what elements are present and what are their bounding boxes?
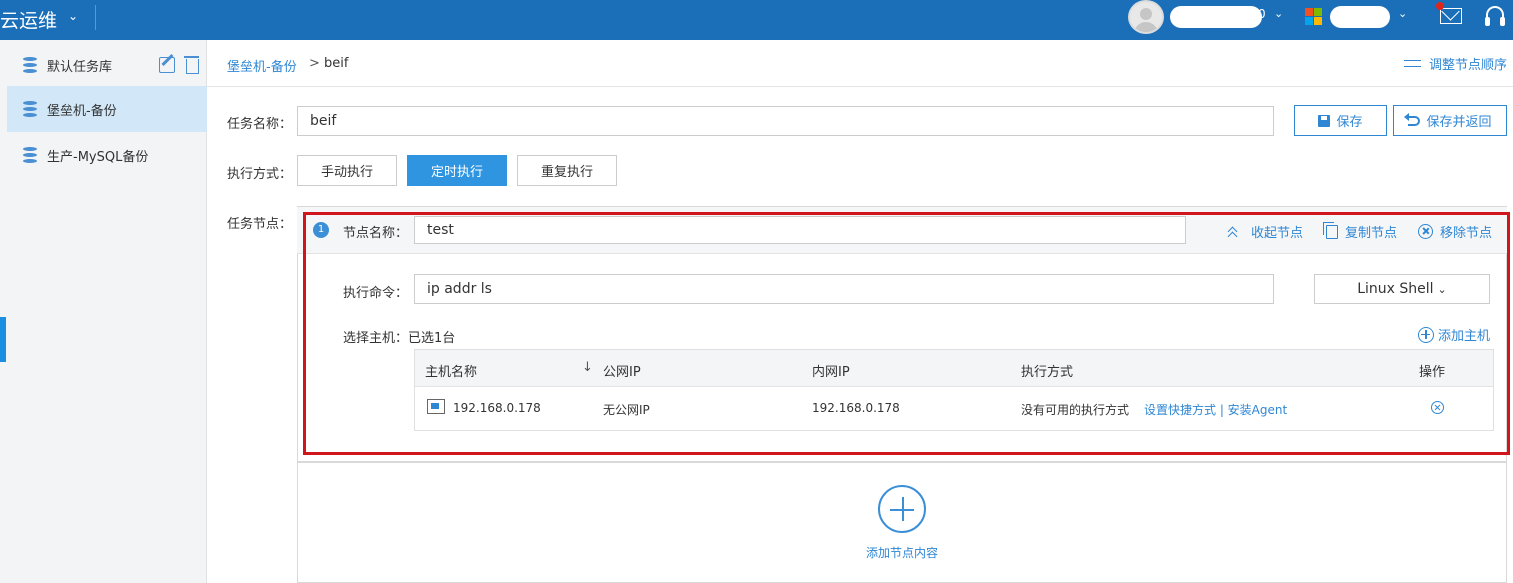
table-header: 主机名称 ↓ 公网IP 内网IP 执行方式 操作 xyxy=(415,350,1493,387)
top-bar: 云运维 ⌄ 0 ⌄ ⌄ xyxy=(0,0,1513,40)
save-return-label: 保存并返回 xyxy=(1426,115,1492,130)
username-suffix: 0 xyxy=(1258,7,1266,21)
chevron-up-icon xyxy=(1228,228,1236,236)
remove-node-button[interactable]: 移除节点 xyxy=(1418,222,1492,241)
swap-icon xyxy=(1403,58,1421,70)
reorder-label: 调整节点顺序 xyxy=(1428,58,1507,73)
windows-host-icon xyxy=(427,399,445,414)
host-table: 主机名称 ↓ 公网IP 内网IP 执行方式 操作 192.168.0.178 无… xyxy=(414,349,1494,431)
sidebar-item-default-library[interactable]: 默认任务库 xyxy=(7,42,207,88)
save-button[interactable]: 保存 xyxy=(1294,105,1387,136)
scheduled-exec-button[interactable]: 定时执行 xyxy=(407,155,507,186)
column-header-host[interactable]: 主机名称 xyxy=(425,361,477,380)
save-label: 保存 xyxy=(1336,115,1363,130)
task-name-label: 任务名称： xyxy=(227,117,293,132)
node-name-label: 节点名称： xyxy=(343,226,409,241)
close-icon xyxy=(1418,224,1433,239)
cell-exec-links[interactable]: 设置快捷方式 | 安装Agent xyxy=(1144,401,1287,418)
repeat-exec-button[interactable]: 重复执行 xyxy=(517,155,617,186)
save-icon xyxy=(1318,114,1331,127)
chevron-down-icon[interactable]: ⌄ xyxy=(68,9,78,23)
avatar[interactable] xyxy=(1128,0,1164,34)
username-redacted[interactable] xyxy=(1170,6,1262,28)
trash-icon[interactable] xyxy=(184,56,199,74)
sort-arrow-icon[interactable]: ↓ xyxy=(582,360,593,375)
cell-public-ip: 无公网IP xyxy=(603,403,650,417)
copy-node-button[interactable]: 复制节点 xyxy=(1323,221,1398,241)
column-header-actions: 操作 xyxy=(1419,365,1446,380)
sidebar-item-bastion-backup[interactable]: 堡垒机-备份 xyxy=(7,86,207,132)
manual-exec-button[interactable]: 手动执行 xyxy=(297,155,397,186)
breadcrumb: 堡垒机-备份 > beif 调整节点顺序 xyxy=(207,40,1513,87)
collapse-node-button[interactable]: 收起节点 xyxy=(1228,222,1303,241)
remove-host-icon[interactable] xyxy=(1431,401,1444,414)
headset-icon[interactable] xyxy=(1485,6,1505,26)
task-name-input[interactable]: beif xyxy=(297,106,1274,136)
cell-private-ip: 192.168.0.178 xyxy=(812,401,900,415)
brand-title[interactable]: 云运维 xyxy=(0,6,57,33)
chevron-down-icon[interactable]: ⌄ xyxy=(1274,7,1283,20)
notification-dot xyxy=(1436,2,1444,10)
chevron-down-icon[interactable]: ⌄ xyxy=(1398,7,1407,20)
mail-icon[interactable] xyxy=(1440,8,1462,24)
add-node-icon[interactable] xyxy=(878,485,926,533)
exec-mode-label: 执行方式： xyxy=(227,167,293,182)
copy-node-label: 复制节点 xyxy=(1345,226,1398,241)
node-name-input[interactable]: test xyxy=(414,216,1186,244)
sidebar-item-label: 默认任务库 xyxy=(47,59,113,75)
sidebar-item-label: 生产-MySQL备份 xyxy=(47,149,149,165)
command-label: 执行命令： xyxy=(343,286,409,301)
remove-node-label: 移除节点 xyxy=(1440,226,1493,241)
shell-type-select[interactable]: Linux Shell ⌄ xyxy=(1314,274,1490,304)
return-icon xyxy=(1404,112,1421,126)
column-header-public-ip: 公网IP xyxy=(603,365,641,380)
column-header-private-ip: 内网IP xyxy=(812,365,850,380)
top-divider xyxy=(95,5,96,30)
shell-type-value: Linux Shell xyxy=(1357,281,1434,297)
microsoft-logo-icon xyxy=(1305,8,1322,25)
database-icon xyxy=(23,147,37,163)
reorder-nodes-button[interactable]: 调整节点顺序 xyxy=(1403,54,1507,73)
command-input[interactable]: ip addr ls xyxy=(414,274,1274,304)
sidebar-edge-marker[interactable] xyxy=(0,317,6,362)
add-host-label: 添加主机 xyxy=(1438,329,1491,344)
database-icon xyxy=(23,57,37,73)
cell-host: 192.168.0.178 xyxy=(453,401,541,415)
save-and-return-button[interactable]: 保存并返回 xyxy=(1393,105,1507,136)
database-icon xyxy=(23,101,37,117)
breadcrumb-current: beif xyxy=(324,56,349,71)
copy-icon xyxy=(1323,221,1338,239)
select-host-label: 选择主机：已选1台 xyxy=(343,331,456,346)
chevron-down-icon: ⌄ xyxy=(1437,282,1447,296)
sidebar-item-label: 堡垒机-备份 xyxy=(47,103,117,119)
org-name-redacted[interactable] xyxy=(1330,6,1390,28)
plus-icon xyxy=(1418,326,1434,343)
edit-icon[interactable] xyxy=(159,57,175,73)
sidebar-item-mysql-backup[interactable]: 生产-MySQL备份 xyxy=(7,132,207,178)
add-node-label[interactable]: 添加节点内容 xyxy=(866,544,938,561)
sidebar: 默认任务库 堡垒机-备份 生产-MySQL备份 xyxy=(0,40,207,583)
breadcrumb-separator: > xyxy=(309,56,320,71)
column-header-exec-mode: 执行方式 xyxy=(1021,365,1074,380)
task-nodes-label: 任务节点： xyxy=(227,217,293,232)
node-index-badge: 1 xyxy=(313,222,329,238)
add-host-button[interactable]: 添加主机 xyxy=(1418,325,1490,344)
breadcrumb-parent-link[interactable]: 堡垒机-备份 xyxy=(227,56,297,75)
collapse-node-label: 收起节点 xyxy=(1251,226,1304,241)
cell-exec-mode: 没有可用的执行方式 xyxy=(1021,403,1130,417)
